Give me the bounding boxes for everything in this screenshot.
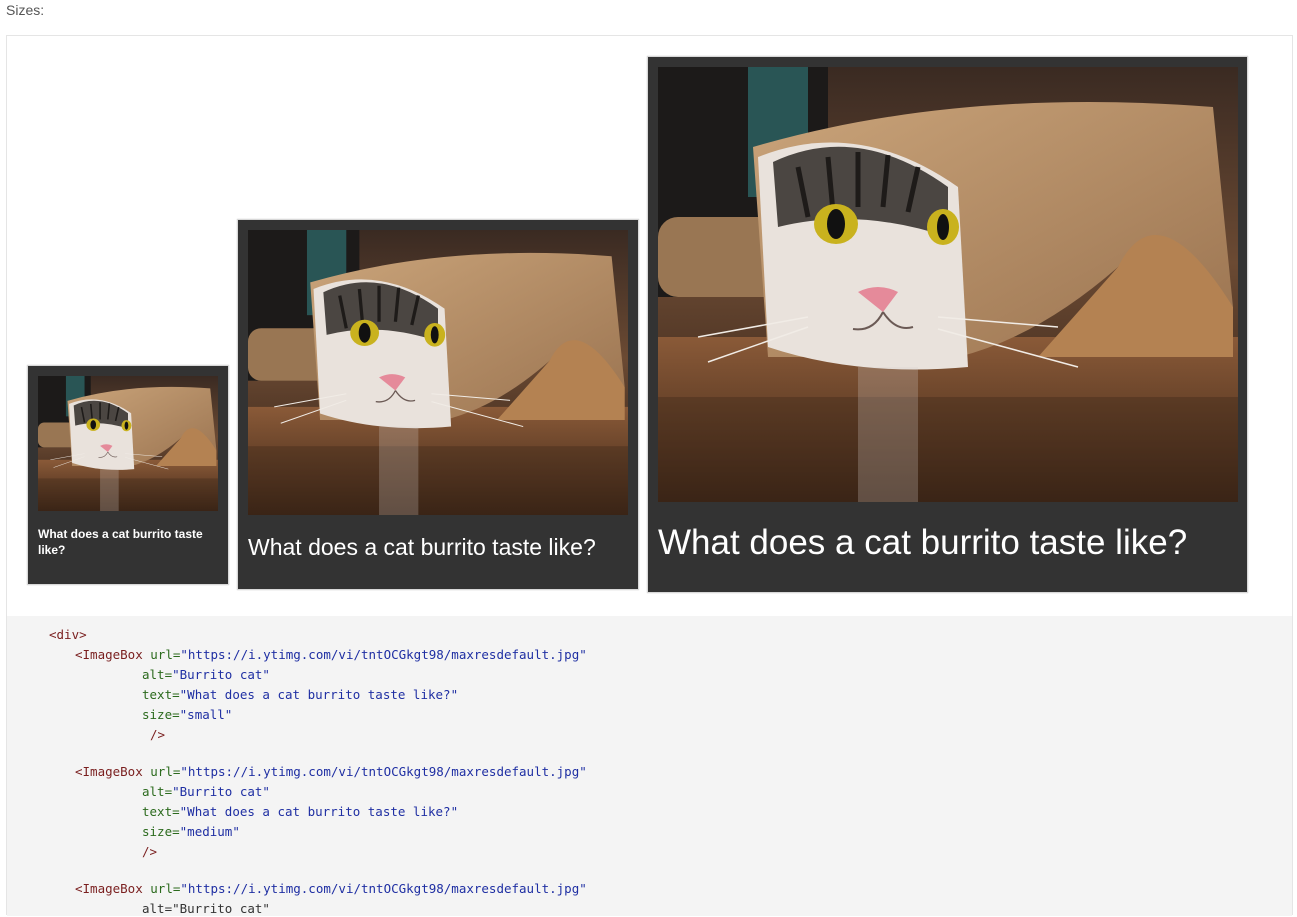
code-line: alt="Burrito cat"	[142, 784, 270, 799]
imagebox-preview: What does a cat burrito taste like? What…	[7, 36, 1292, 616]
example-panel: What does a cat burrito taste like? What…	[6, 35, 1293, 916]
imagebox-caption: What does a cat burrito taste like?	[658, 523, 1188, 562]
code-sample[interactable]: <div> <ImageBox url="https://i.ytimg.com…	[7, 616, 1292, 916]
imagebox-large: What does a cat burrito taste like?	[647, 56, 1248, 593]
code-line: <ImageBox url="https://i.ytimg.com/vi/tn…	[75, 764, 587, 779]
code-line: text="What does a cat burrito taste like…	[142, 804, 459, 819]
cat-burrito-image	[248, 230, 628, 515]
code-line: <div>	[49, 627, 87, 642]
imagebox-caption: What does a cat burrito taste like?	[38, 527, 203, 557]
code-line: text="What does a cat burrito taste like…	[142, 687, 459, 702]
section-label: Sizes:	[6, 2, 45, 18]
code-line: size="small"	[142, 707, 233, 722]
imagebox-medium: What does a cat burrito taste like?	[237, 219, 639, 590]
code-line: alt="Burrito cat"	[142, 667, 270, 682]
code-line: alt="Burrito cat"	[142, 901, 270, 916]
imagebox-small: What does a cat burrito taste like?	[27, 365, 229, 585]
code-line: />	[142, 844, 158, 859]
code-line: />	[150, 727, 166, 742]
code-line: size="medium"	[142, 824, 240, 839]
imagebox-caption: What does a cat burrito taste like?	[248, 534, 596, 560]
code-line: <ImageBox url="https://i.ytimg.com/vi/tn…	[75, 881, 587, 896]
code-line: <ImageBox url="https://i.ytimg.com/vi/tn…	[75, 647, 587, 662]
cat-burrito-image	[38, 376, 218, 511]
cat-burrito-image	[658, 67, 1238, 502]
